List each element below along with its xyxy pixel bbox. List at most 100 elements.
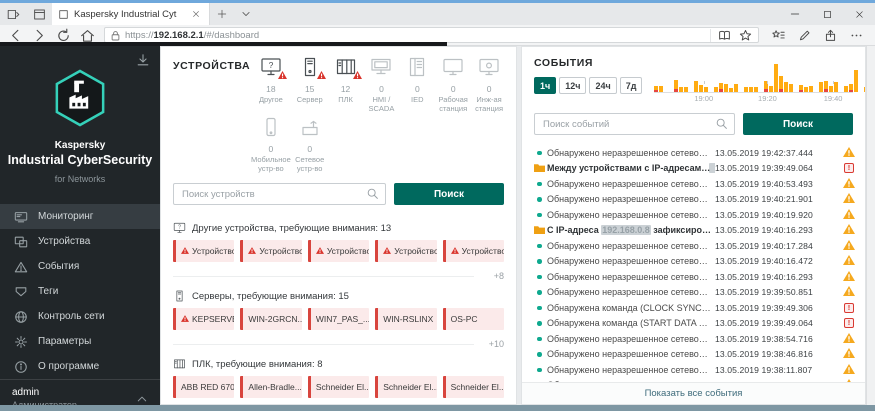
event-row[interactable]: С IP-адреса 192.168.0.8 зафиксированы ча…	[532, 223, 859, 239]
device-stat-device-engineering[interactable]: 0 Инж-ая станция	[472, 57, 506, 113]
device-search-button[interactable]: Поиск	[394, 183, 504, 205]
device-chip-label: Allen-Bradle...	[248, 382, 302, 392]
tab-close-button[interactable]	[189, 7, 203, 21]
event-search-button[interactable]: Поиск	[743, 113, 853, 135]
folder-icon	[534, 221, 545, 239]
device-chip[interactable]: Устройство...	[307, 240, 370, 262]
event-message: Обнаружено неразрешенное сетевое взаимод…	[547, 349, 715, 360]
device-chip[interactable]: ABB RED 670	[173, 376, 235, 398]
device-stat-device-ied[interactable]: 0 IED	[400, 57, 434, 113]
tab-preview-toggle[interactable]	[234, 3, 258, 25]
event-row[interactable]: Обнаружено неразрешенное сетевое взаимод…	[532, 285, 859, 301]
device-chip[interactable]: Устройство...	[442, 240, 505, 262]
sidebar-item-tags[interactable]: Теги	[0, 279, 160, 304]
device-stat-device-plc[interactable]: 12 ПЛК	[329, 57, 363, 113]
histogram-bar	[849, 84, 853, 92]
group-title-text: Серверы, требующие внимания: 15	[192, 290, 349, 302]
event-row[interactable]: Обнаружено неразрешенное сетевое взаимод…	[532, 254, 859, 270]
sidebar-item-network[interactable]: Контроль сети	[0, 304, 160, 329]
event-row[interactable]: Между устройствами с IP-адресами 192.168…	[532, 161, 859, 177]
critical-severity-icon: !	[844, 302, 854, 313]
event-message: Обнаружено неразрешенное сетевое взаимод…	[547, 333, 715, 344]
annotate-pen-icon[interactable]	[798, 29, 811, 42]
share-icon[interactable]	[824, 29, 837, 42]
device-chip[interactable]: Schneider El...	[307, 376, 370, 398]
alert-badge-icon	[277, 71, 287, 79]
forward-icon[interactable]	[32, 28, 47, 43]
event-search-input[interactable]	[534, 113, 735, 135]
event-row[interactable]: Обнаружено неразрешенное сетевое взаимод…	[532, 269, 859, 285]
restore-tabs-button[interactable]	[26, 3, 52, 25]
favorites-hub-icon[interactable]	[772, 29, 785, 42]
event-dot-icon	[537, 290, 542, 295]
device-stat-device-other[interactable]: ? 18 Другое	[251, 57, 291, 113]
device-stat-device-workstation[interactable]: 0 Рабочая станция	[436, 57, 470, 113]
event-row[interactable]: Обнаружено неразрешенное сетевое взаимод…	[532, 192, 859, 208]
sidebar-item-monitoring[interactable]: Мониторинг	[0, 204, 160, 229]
minimize-button[interactable]	[779, 3, 811, 25]
event-row[interactable]: Обнаружено неразрешенное сетевое взаимод…	[532, 176, 859, 192]
device-chip[interactable]: WIN-2GRCN...	[240, 308, 302, 330]
more-devices-count[interactable]: +10	[484, 339, 504, 349]
event-dot-icon	[537, 274, 542, 279]
back-icon[interactable]	[8, 28, 23, 43]
sidebar-item-devices[interactable]: Устройства	[0, 229, 160, 254]
download-report-icon[interactable]	[136, 53, 150, 67]
time-filter-12ч[interactable]: 12ч	[559, 77, 587, 94]
event-timestamp: 13.05.2019 19:38:46.816	[715, 349, 813, 360]
event-row[interactable]: Обнаружено неразрешенное сетевое взаимод…	[532, 207, 859, 223]
device-chip[interactable]: WIN-RSLINX	[375, 308, 437, 330]
new-tab-button[interactable]	[210, 3, 234, 25]
browser-tab[interactable]: Kaspersky Industrial Cyt	[52, 3, 210, 25]
close-icon	[192, 10, 200, 18]
event-row[interactable]: Обнаружено неразрешенное сетевое взаимод…	[532, 362, 859, 378]
histogram-bar	[779, 76, 783, 92]
show-all-events-link[interactable]: Показать все события	[645, 388, 743, 399]
device-chip-label: Schneider El...	[450, 382, 505, 392]
device-chip[interactable]: WIN7_PAS_...	[307, 308, 370, 330]
device-chip[interactable]: Allen-Bradle...	[240, 376, 302, 398]
histogram-bar	[829, 86, 833, 92]
device-stat-device-server[interactable]: 15 Сервер	[293, 57, 327, 113]
device-plc-icon	[173, 358, 186, 370]
address-bar[interactable]: https://192.168.2.1/#/dashboard	[104, 27, 759, 43]
event-row[interactable]: Обнаружено неразрешенное сетевое взаимод…	[532, 238, 859, 254]
close-window-button[interactable]	[843, 3, 875, 25]
tabs-aside-button[interactable]	[0, 3, 26, 25]
event-row[interactable]: Обнаружено неразрешенное сетевое взаимод…	[532, 347, 859, 363]
device-chip[interactable]: OS-PC	[442, 308, 505, 330]
favorite-star-icon[interactable]	[739, 29, 752, 42]
device-search-input[interactable]	[173, 183, 386, 205]
device-chip[interactable]: Устройство...	[173, 240, 235, 262]
settings-icon	[14, 335, 28, 349]
event-row[interactable]: Обнаружена команда (CLOCK SYNCHRONIZATIO…	[532, 300, 859, 316]
device-stat-device-hmi[interactable]: 0 HMI / SCADA	[365, 57, 399, 113]
sidebar-item-settings[interactable]: Параметры	[0, 329, 160, 354]
maximize-button[interactable]	[811, 3, 843, 25]
device-chip[interactable]: Schneider El...	[442, 376, 505, 398]
more-options-icon[interactable]	[850, 29, 863, 42]
device-stat-device-network[interactable]: 0 Сетевое устр-во	[293, 117, 327, 173]
event-row[interactable]: Обнаружено неразрешенное сетевое взаимод…	[532, 145, 859, 161]
sidebar-item-about[interactable]: О программе	[0, 354, 160, 379]
device-chip[interactable]: Устройство...	[375, 240, 437, 262]
page-scrollbar[interactable]	[866, 46, 875, 405]
event-row[interactable]: Обнаружена команда (START DATA TRANSFER …	[532, 316, 859, 332]
time-filter-7д[interactable]: 7д	[619, 77, 643, 94]
home-icon[interactable]	[80, 28, 95, 43]
event-row[interactable]: Обнаружено неразрешенное сетевое взаимод…	[532, 331, 859, 347]
device-chip[interactable]: KEPSERVER-...	[173, 308, 235, 330]
reading-view-icon[interactable]	[718, 29, 731, 42]
axis-tick-mark	[767, 81, 769, 84]
more-devices-count[interactable]: +8	[484, 271, 504, 281]
device-mobile-icon	[259, 117, 283, 137]
refresh-icon[interactable]	[56, 28, 71, 43]
device-chip[interactable]: Schneider El...	[375, 376, 437, 398]
kaspersky-ics-logo	[53, 69, 107, 127]
app-sidebar: Kaspersky Industrial CyberSecurity for N…	[0, 46, 160, 410]
time-filter-24ч[interactable]: 24ч	[589, 77, 617, 94]
time-filter-1ч[interactable]: 1ч	[534, 77, 557, 94]
device-chip[interactable]: Устройство...	[240, 240, 302, 262]
device-stat-device-mobile[interactable]: 0 Мобильное устр-во	[251, 117, 291, 173]
sidebar-item-events[interactable]: События	[0, 254, 160, 279]
